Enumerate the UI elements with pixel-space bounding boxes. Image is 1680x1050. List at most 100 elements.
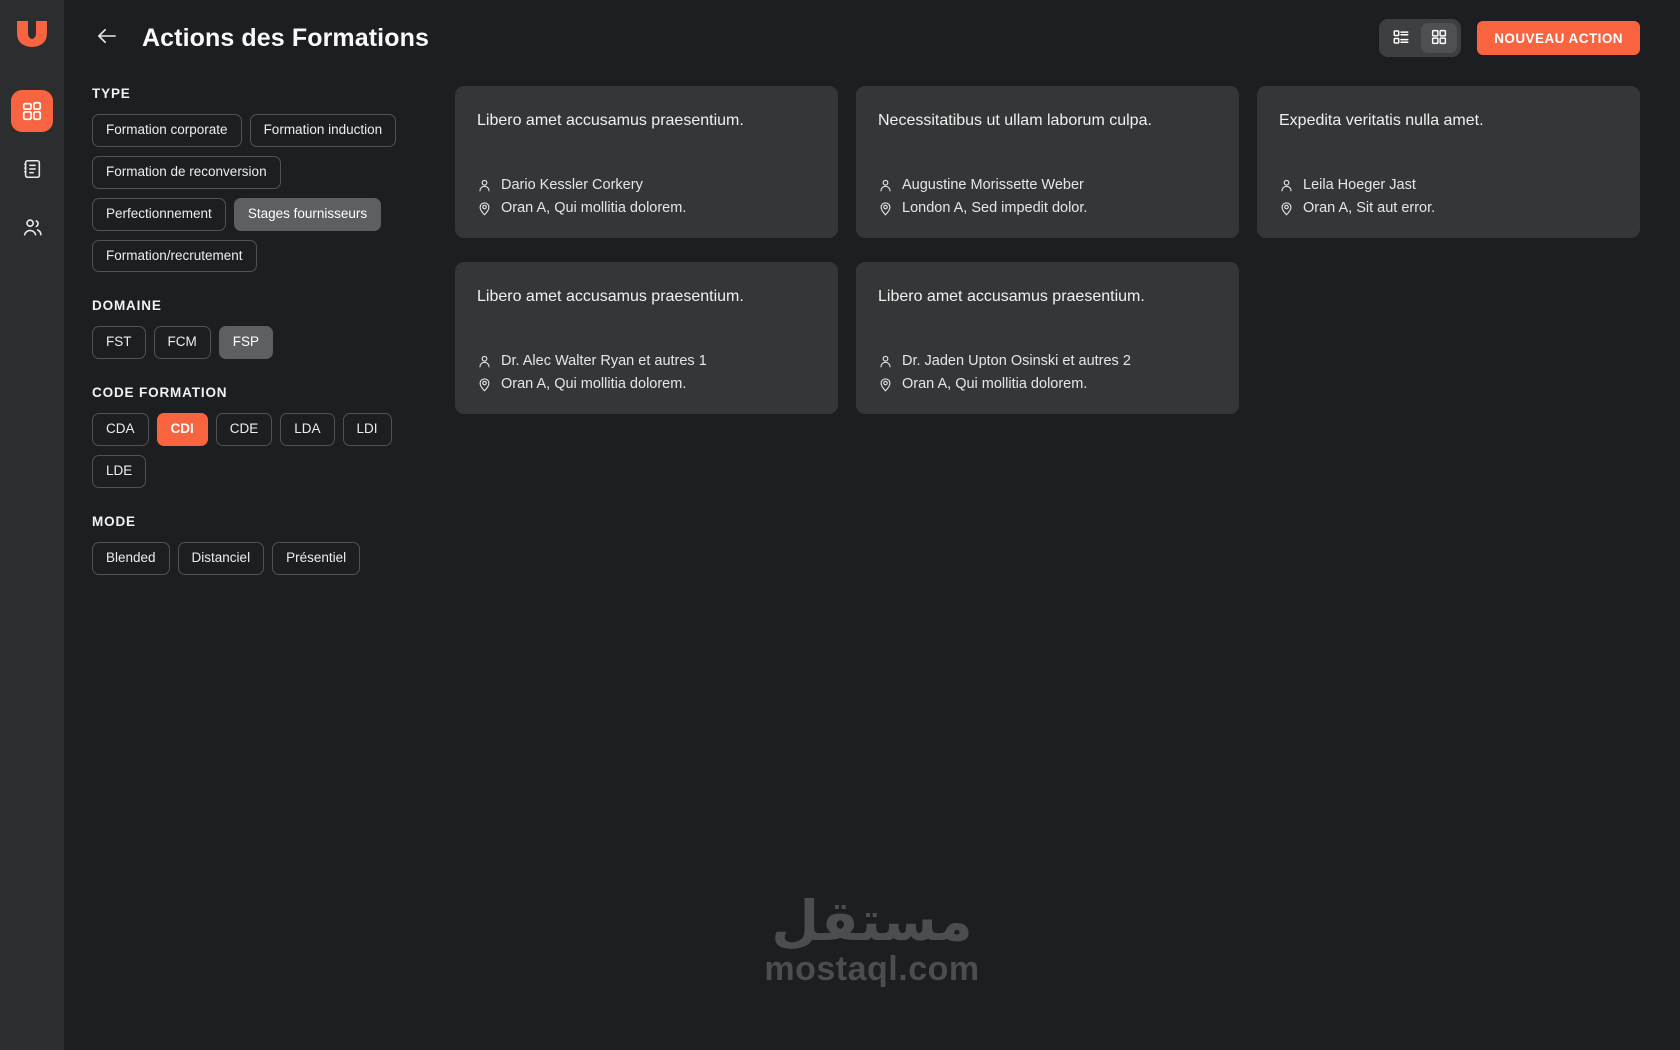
filter-chip[interactable]: CDE — [215, 413, 273, 447]
chip-list: Blended Distanciel Présentiel — [92, 541, 417, 575]
card-location-row: Oran A, Sit aut error. — [1279, 200, 1618, 216]
card-location-row: Oran A, Qui mollitia dolorem. — [878, 376, 1217, 392]
filter-chip[interactable]: Formation induction — [249, 114, 397, 147]
filter-legend: DOMAINE — [92, 298, 162, 314]
card-person-name: Augustine Morissette Weber — [902, 177, 1084, 193]
card-location: Oran A, Sit aut error. — [1303, 200, 1436, 216]
list-view-icon — [1392, 28, 1410, 49]
person-icon — [878, 354, 893, 369]
filter-legend: MODE — [92, 513, 136, 529]
view-toggle-list[interactable] — [1383, 23, 1419, 53]
location-pin-icon — [477, 201, 492, 216]
chip-list: Formation corporate Formation induction … — [92, 114, 417, 273]
person-icon — [477, 354, 492, 369]
card-title: Expedita veritatis nulla amet. — [1279, 112, 1484, 129]
location-pin-icon — [477, 377, 492, 392]
back-button[interactable] — [92, 23, 122, 53]
card-person-row: Dr. Alec Walter Ryan et autres 1 — [477, 353, 816, 369]
cards-area: Libero amet accusamus praesentium. Dario… — [417, 76, 1640, 601]
filter-legend: TYPE — [92, 86, 131, 101]
filter-group-type: TYPE Formation corporate Formation induc… — [92, 86, 417, 273]
card-location: Oran A, Qui mollitia dolorem. — [902, 376, 1088, 392]
watermark: مستقل mostaql.com — [64, 888, 1680, 988]
card-person-row: Leila Hoeger Jast — [1279, 177, 1618, 193]
filter-group-mode: MODE Blended Distanciel Présentiel — [92, 514, 417, 575]
filters-panel: TYPE Formation corporate Formation induc… — [92, 76, 417, 601]
app-logo — [12, 14, 52, 54]
card-location-row: Oran A, Qui mollitia dolorem. — [477, 200, 816, 216]
action-card[interactable]: Libero amet accusamus praesentium. Dr. J… — [856, 262, 1239, 414]
dashboard-grid-icon — [21, 100, 43, 122]
filter-chip[interactable]: CDI — [156, 413, 208, 447]
person-icon — [477, 178, 492, 193]
filter-group-domaine: DOMAINE FST FCM FSP — [92, 298, 417, 360]
filter-chip[interactable]: Stages fournisseurs — [233, 197, 382, 231]
filter-chip[interactable]: FSP — [218, 326, 274, 360]
filter-chip[interactable]: LDE — [92, 455, 147, 488]
action-card[interactable]: Libero amet accusamus praesentium. Dr. A… — [455, 262, 838, 414]
sidebar-item-dashboard[interactable] — [11, 90, 53, 132]
card-location: Oran A, Qui mollitia dolorem. — [501, 376, 687, 392]
card-location: Oran A, Qui mollitia dolorem. — [501, 200, 687, 216]
filter-chip[interactable]: Blended — [92, 541, 170, 575]
page-body: TYPE Formation corporate Formation induc… — [64, 76, 1680, 601]
filter-chip[interactable]: Formation/recrutement — [92, 239, 257, 273]
location-pin-icon — [878, 201, 893, 216]
filter-chip[interactable]: FST — [92, 326, 146, 360]
app-sidebar — [0, 0, 64, 1050]
card-title: Libero amet accusamus praesentium. — [878, 288, 1145, 305]
page-title: Actions des Formations — [142, 23, 429, 52]
filter-chip[interactable]: Présentiel — [272, 541, 361, 575]
view-toggle-grid[interactable] — [1421, 23, 1458, 53]
card-person-row: Dr. Jaden Upton Osinski et autres 2 — [878, 353, 1217, 369]
action-card[interactable]: Expedita veritatis nulla amet. Leila Hoe… — [1257, 86, 1640, 238]
action-card[interactable]: Libero amet accusamus praesentium. Dario… — [455, 86, 838, 238]
page-header: Actions des Formations NOUVEAU ACTION — [64, 0, 1680, 76]
filter-group-code-formation: CODE FORMATION CDA CDI CDE LDA LDI LDE — [92, 385, 417, 488]
location-pin-icon — [1279, 201, 1294, 216]
filter-chip[interactable]: CDA — [92, 413, 149, 447]
filter-chip[interactable]: Distanciel — [177, 541, 265, 575]
filter-chip[interactable]: LDI — [342, 413, 392, 447]
filter-chip[interactable]: FCM — [153, 326, 211, 360]
new-action-button[interactable]: NOUVEAU ACTION — [1477, 21, 1640, 55]
grid-view-icon — [1430, 28, 1448, 49]
card-meta: Leila Hoeger Jast Oran A, Sit aut error. — [1279, 177, 1618, 216]
card-meta: Dr. Alec Walter Ryan et autres 1 Oran A,… — [477, 353, 816, 392]
filter-chip[interactable]: Perfectionnement — [92, 197, 226, 231]
notebook-icon — [21, 158, 43, 180]
card-person-row: Augustine Morissette Weber — [878, 177, 1217, 193]
filter-legend: CODE FORMATION — [92, 385, 228, 401]
card-meta: Dr. Jaden Upton Osinski et autres 2 Oran… — [878, 353, 1217, 392]
filter-chip[interactable]: Formation de reconversion — [92, 155, 281, 189]
card-title: Necessitatibus ut ullam laborum culpa. — [878, 112, 1152, 129]
card-person-name: Dr. Jaden Upton Osinski et autres 2 — [902, 353, 1131, 369]
watermark-latin: mostaql.com — [764, 949, 980, 988]
card-meta: Augustine Morissette Weber London A, Sed… — [878, 177, 1217, 216]
chip-list: CDA CDI CDE LDA LDI LDE — [92, 413, 417, 488]
card-title: Libero amet accusamus praesentium. — [477, 112, 744, 129]
arrow-left-icon — [96, 27, 118, 50]
chip-list: FST FCM FSP — [92, 326, 417, 360]
filter-chip[interactable]: Formation corporate — [92, 114, 242, 147]
users-icon — [21, 216, 44, 239]
card-location: London A, Sed impedit dolor. — [902, 200, 1088, 216]
person-icon — [878, 178, 893, 193]
card-person-name: Dario Kessler Corkery — [501, 177, 643, 193]
card-location-row: Oran A, Qui mollitia dolorem. — [477, 376, 816, 392]
person-icon — [1279, 178, 1294, 193]
filter-chip[interactable]: LDA — [280, 413, 335, 447]
location-pin-icon — [878, 377, 893, 392]
card-person-row: Dario Kessler Corkery — [477, 177, 816, 193]
card-meta: Dario Kessler Corkery Oran A, Qui mollit… — [477, 177, 816, 216]
card-person-name: Dr. Alec Walter Ryan et autres 1 — [501, 353, 707, 369]
sidebar-item-users[interactable] — [11, 206, 53, 248]
card-person-name: Leila Hoeger Jast — [1303, 177, 1416, 193]
watermark-arabic: مستقل — [771, 888, 973, 953]
main-content: Actions des Formations NOUVEAU ACTION TY… — [64, 0, 1680, 1050]
action-card[interactable]: Necessitatibus ut ullam laborum culpa. A… — [856, 86, 1239, 238]
cards-grid: Libero amet accusamus praesentium. Dario… — [455, 86, 1640, 414]
view-toggle — [1379, 19, 1462, 57]
sidebar-item-catalog[interactable] — [11, 148, 53, 190]
card-location-row: London A, Sed impedit dolor. — [878, 200, 1217, 216]
